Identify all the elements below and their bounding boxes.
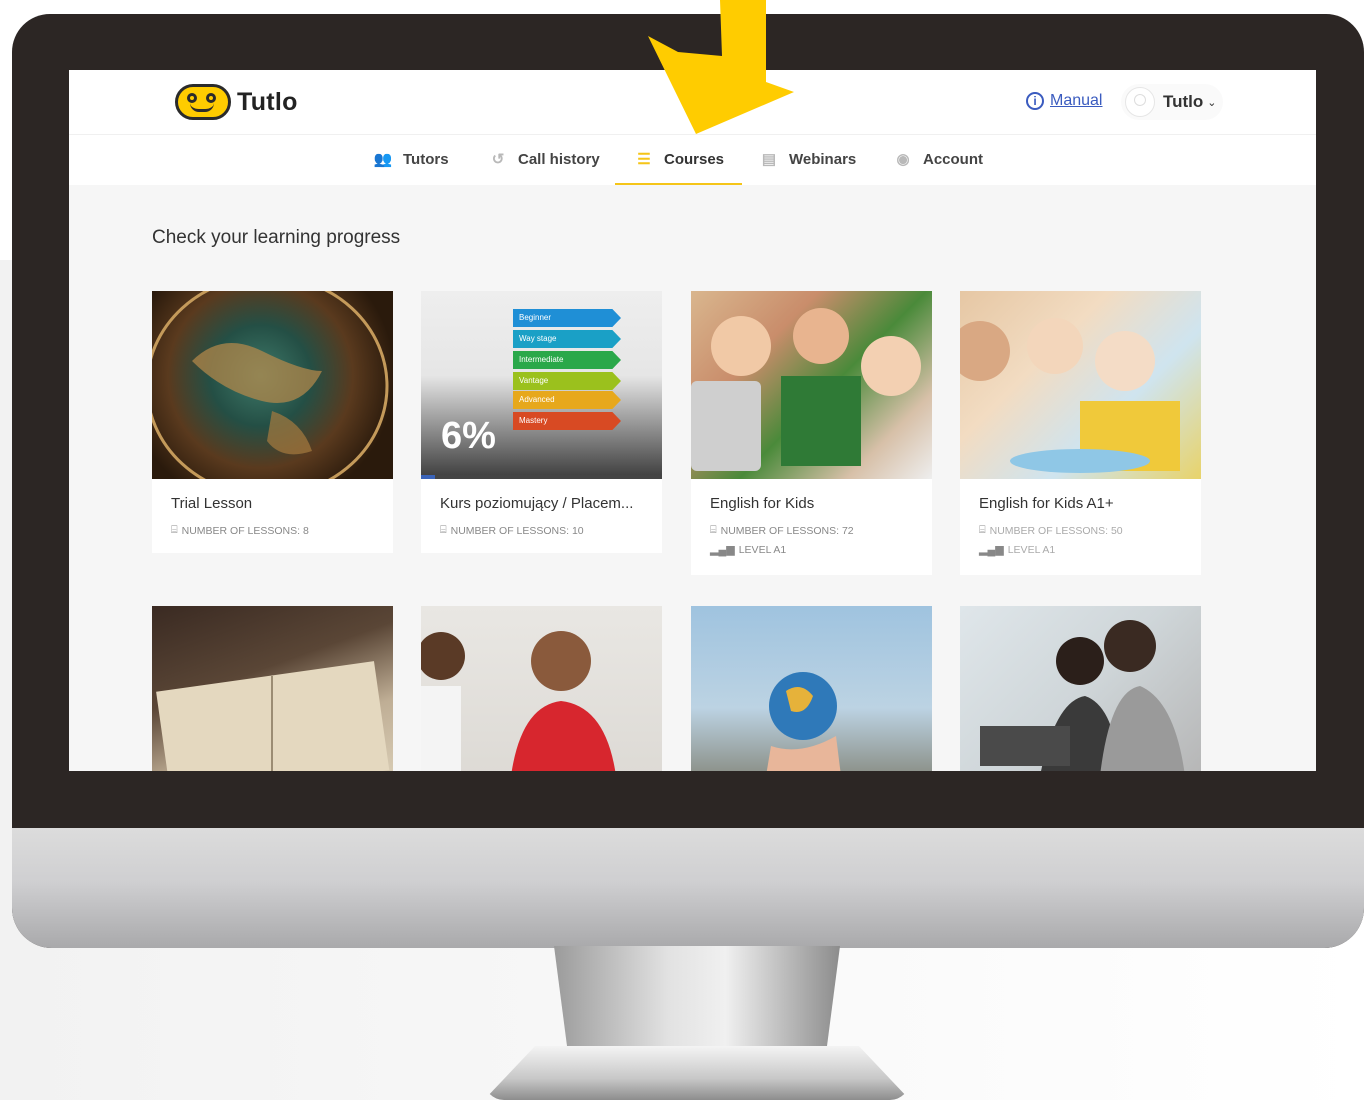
nav-label: Account	[923, 150, 983, 168]
logo-icon	[175, 84, 231, 120]
page-title: Check your learning progress	[152, 227, 401, 248]
course-thumbnail	[691, 606, 932, 771]
course-title: Trial Lesson	[171, 495, 253, 512]
screen: Tutlo i Manual Tutlo ⌄ 👥 Tutors ↺ Call h…	[69, 70, 1316, 771]
nav-item-tutors[interactable]: 👥 Tutors	[372, 135, 449, 183]
nav-item-account[interactable]: ◉ Account	[892, 135, 983, 183]
course-thumbnail	[152, 606, 393, 771]
level-step: Intermediate	[513, 351, 621, 369]
lesson-count: ⌸ NUMBER OF LESSONS: 72	[710, 524, 854, 537]
level-step: Advanced	[513, 391, 621, 409]
logo-text: Tutlo	[237, 87, 298, 116]
progress-bar	[421, 475, 662, 479]
lesson-count-text: NUMBER OF LESSONS: 72	[720, 524, 854, 537]
course-card-trial[interactable]: Trial Lesson ⌸ NUMBER OF LESSONS: 8	[152, 291, 393, 553]
account-icon: ◉	[896, 151, 910, 168]
lesson-count: ⌸ NUMBER OF LESSONS: 50	[979, 524, 1123, 537]
manual-label[interactable]: Manual	[1050, 92, 1102, 110]
lessons-icon: ⌸	[710, 524, 717, 536]
logo[interactable]: Tutlo	[175, 84, 298, 120]
user-menu[interactable]: Tutlo ⌄	[1121, 84, 1223, 120]
nav-label: Courses	[664, 150, 725, 168]
stand-neck	[554, 946, 840, 1056]
course-thumbnail	[960, 606, 1201, 771]
course-thumbnail	[421, 606, 662, 771]
nav-item-call-history[interactable]: ↺ Call history	[487, 135, 600, 183]
lesson-count-text: NUMBER OF LESSONS: 50	[989, 524, 1123, 537]
nav-label: Tutors	[403, 150, 449, 168]
course-title: English for Kids	[710, 495, 815, 512]
lessons-icon: ⌸	[979, 524, 986, 536]
course-card-placement[interactable]: Beginner Way stage Intermediate Vantage …	[421, 291, 662, 553]
lesson-count: ⌸ NUMBER OF LESSONS: 10	[440, 524, 584, 537]
webinar-icon: ▤	[761, 151, 777, 168]
course-thumbnail	[960, 291, 1201, 479]
chevron-down-icon: ⌄	[1207, 96, 1217, 109]
monitor-chin	[12, 828, 1364, 948]
avatar	[1125, 87, 1155, 117]
signal-icon: ▂▄▆	[710, 544, 735, 556]
nav-label: Webinars	[789, 150, 857, 168]
course-title: Kurs poziomujący / Placem...	[440, 495, 634, 512]
level-step: Way stage	[513, 330, 621, 348]
course-thumbnail	[691, 291, 932, 479]
course-thumbnail: Beginner Way stage Intermediate Vantage …	[421, 291, 662, 479]
course-thumbnail	[152, 291, 393, 479]
nav-label: Call history	[518, 150, 600, 168]
level-step: Mastery	[513, 412, 621, 430]
level-step: Beginner	[513, 309, 621, 327]
nav-item-courses[interactable]: ☰ Courses	[615, 135, 743, 185]
history-icon: ↺	[491, 151, 505, 168]
level-step: Vantage	[513, 372, 621, 390]
lessons-icon: ⌸	[171, 524, 178, 536]
course-card-english-for-kids-a1plus[interactable]: English for Kids A1+ ⌸ NUMBER OF LESSONS…	[960, 291, 1201, 575]
progress-fill	[421, 475, 436, 479]
info-icon: i	[1026, 92, 1044, 110]
course-card[interactable]	[152, 606, 393, 771]
people-icon: 👥	[373, 151, 393, 168]
course-card[interactable]	[691, 606, 932, 771]
course-card[interactable]	[960, 606, 1201, 771]
course-level-text: LEVEL A1	[738, 543, 787, 556]
manual-link[interactable]: i Manual	[1026, 92, 1102, 110]
lesson-count-text: NUMBER OF LESSONS: 10	[450, 524, 584, 537]
course-level-text: LEVEL A1	[1007, 543, 1056, 556]
main-nav: 👥 Tutors ↺ Call history ☰ Courses ▤ Webi…	[69, 134, 1316, 185]
monitor-stand	[484, 946, 910, 1100]
list-icon: ☰	[637, 151, 651, 168]
progress-percent: 6%	[441, 415, 496, 457]
lesson-count-text: NUMBER OF LESSONS: 8	[181, 524, 309, 537]
course-card-english-for-kids[interactable]: English for Kids ⌸ NUMBER OF LESSONS: 72…	[691, 291, 932, 575]
signal-icon: ▂▄▆	[979, 544, 1004, 556]
course-level: ▂▄▆ LEVEL A1	[710, 543, 787, 557]
course-level: ▂▄▆ LEVEL A1	[979, 543, 1056, 557]
nav-item-webinars[interactable]: ▤ Webinars	[758, 135, 856, 183]
lesson-count: ⌸ NUMBER OF LESSONS: 8	[171, 524, 309, 537]
course-card[interactable]	[421, 606, 662, 771]
course-title: English for Kids A1+	[979, 495, 1114, 512]
pointer-arrow-icon	[648, 0, 794, 134]
stand-base	[484, 1046, 910, 1100]
lessons-icon: ⌸	[440, 524, 447, 536]
user-name: Tutlo	[1163, 92, 1204, 111]
